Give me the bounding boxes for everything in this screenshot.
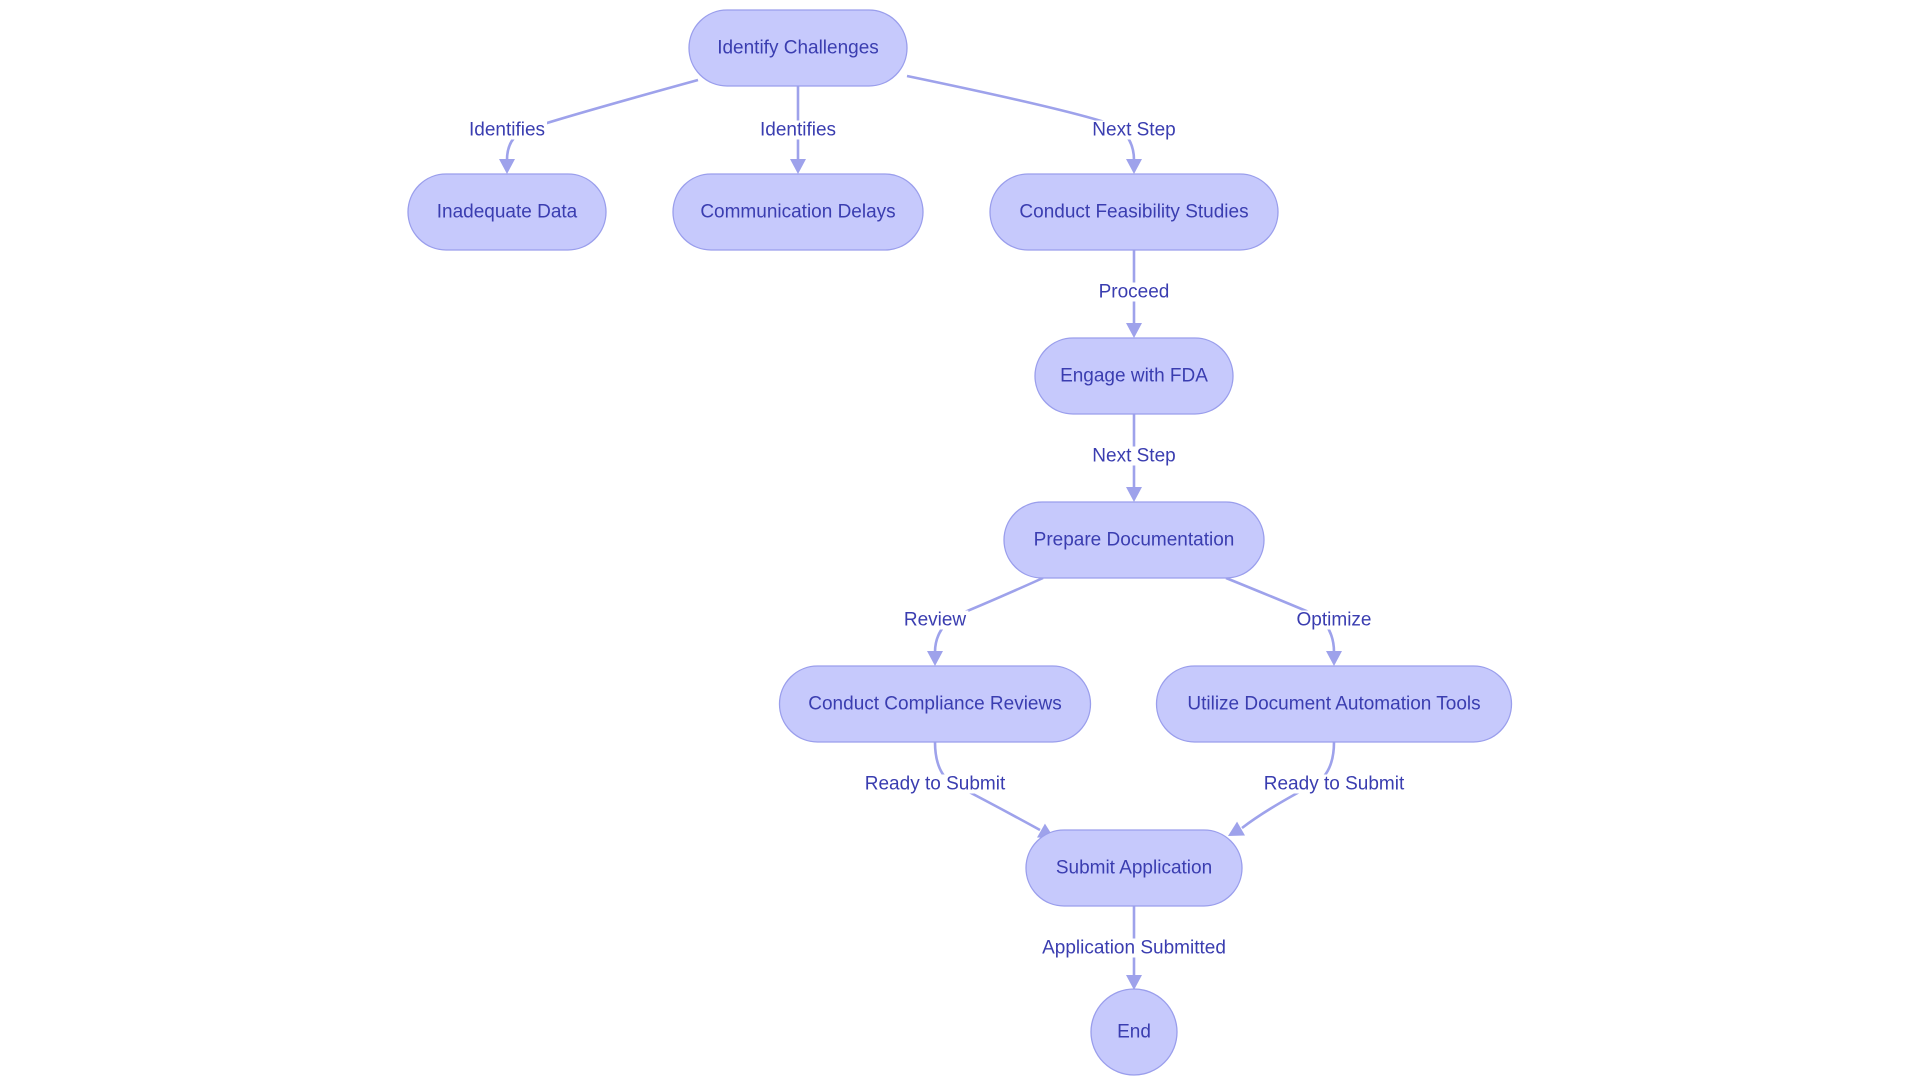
node-automation[interactable]: Utilize Document Automation Tools (1155, 665, 1513, 743)
edge-label-text: Identifies (760, 120, 836, 141)
edge-label: Proceed (1096, 282, 1172, 303)
node-label: Submit Application (1056, 858, 1212, 879)
edge-label-text: Review (904, 610, 967, 631)
arrow-head-icon (1126, 323, 1142, 338)
edge-label: Identifies (466, 120, 548, 141)
edge-label: Next Step (1090, 446, 1178, 467)
node-prepare[interactable]: Prepare Documentation (1003, 501, 1265, 579)
edge-labels-layer: Identifies Identifies Next Step Proceed Next… (466, 120, 1407, 959)
node-label: Prepare Documentation (1034, 530, 1235, 551)
node-label: Conduct Feasibility Studies (1019, 202, 1248, 223)
nodes-layer: Identify Challenges Inadequate Data Commun… (407, 9, 1513, 1076)
node-label: Engage with FDA (1060, 366, 1208, 387)
flowchart-diagram: Identify Challenges Inadequate Data Commun… (407, 9, 1513, 1076)
edge-label: Ready to Submit (862, 774, 1008, 795)
node-submit[interactable]: Submit Application (1025, 829, 1243, 907)
arrow-head-icon (1228, 821, 1245, 836)
node-label: Conduct Compliance Reviews (808, 694, 1061, 715)
arrow-head-icon (499, 159, 515, 174)
node-compliance[interactable]: Conduct Compliance Reviews (778, 665, 1092, 743)
edge-label-text: Next Step (1092, 446, 1175, 467)
node-inadequate[interactable]: Inadequate Data (407, 173, 607, 251)
node-label: Communication Delays (700, 202, 895, 223)
node-label: Identify Challenges (717, 38, 879, 59)
edge-label-text: Ready to Submit (1264, 774, 1405, 795)
node-communication[interactable]: Communication Delays (672, 173, 924, 251)
arrow-head-icon (1126, 975, 1142, 990)
edge-label-text: Next Step (1092, 120, 1175, 141)
edge-label-text: Application Submitted (1042, 938, 1226, 959)
node-feasibility[interactable]: Conduct Feasibility Studies (989, 173, 1279, 251)
edge-label: Next Step (1090, 120, 1178, 141)
edge-label-text: Optimize (1297, 610, 1372, 631)
edge-label: Review (901, 610, 969, 631)
node-label: Inadequate Data (437, 202, 578, 223)
edge-label: Identifies (757, 120, 839, 141)
edge-label-text: Identifies (469, 120, 545, 141)
edge-label: Optimize (1294, 610, 1374, 631)
arrow-head-icon (927, 651, 943, 666)
edge-label: Application Submitted (1040, 938, 1228, 959)
arrow-head-icon (1326, 651, 1342, 666)
arrow-head-icon (1126, 487, 1142, 502)
edge-line (906, 74, 1136, 161)
edge-label-text: Proceed (1099, 282, 1170, 303)
node-label: End (1117, 1022, 1151, 1043)
arrow-head-icon (1126, 159, 1142, 174)
edge-label: Ready to Submit (1261, 774, 1407, 795)
arrow-head-icon (790, 159, 806, 174)
node-engage[interactable]: Engage with FDA (1034, 337, 1234, 415)
node-end[interactable]: End (1090, 988, 1178, 1076)
node-label: Utilize Document Automation Tools (1187, 694, 1480, 715)
edge-label-text: Ready to Submit (865, 774, 1006, 795)
node-identify[interactable]: Identify Challenges (688, 9, 908, 87)
